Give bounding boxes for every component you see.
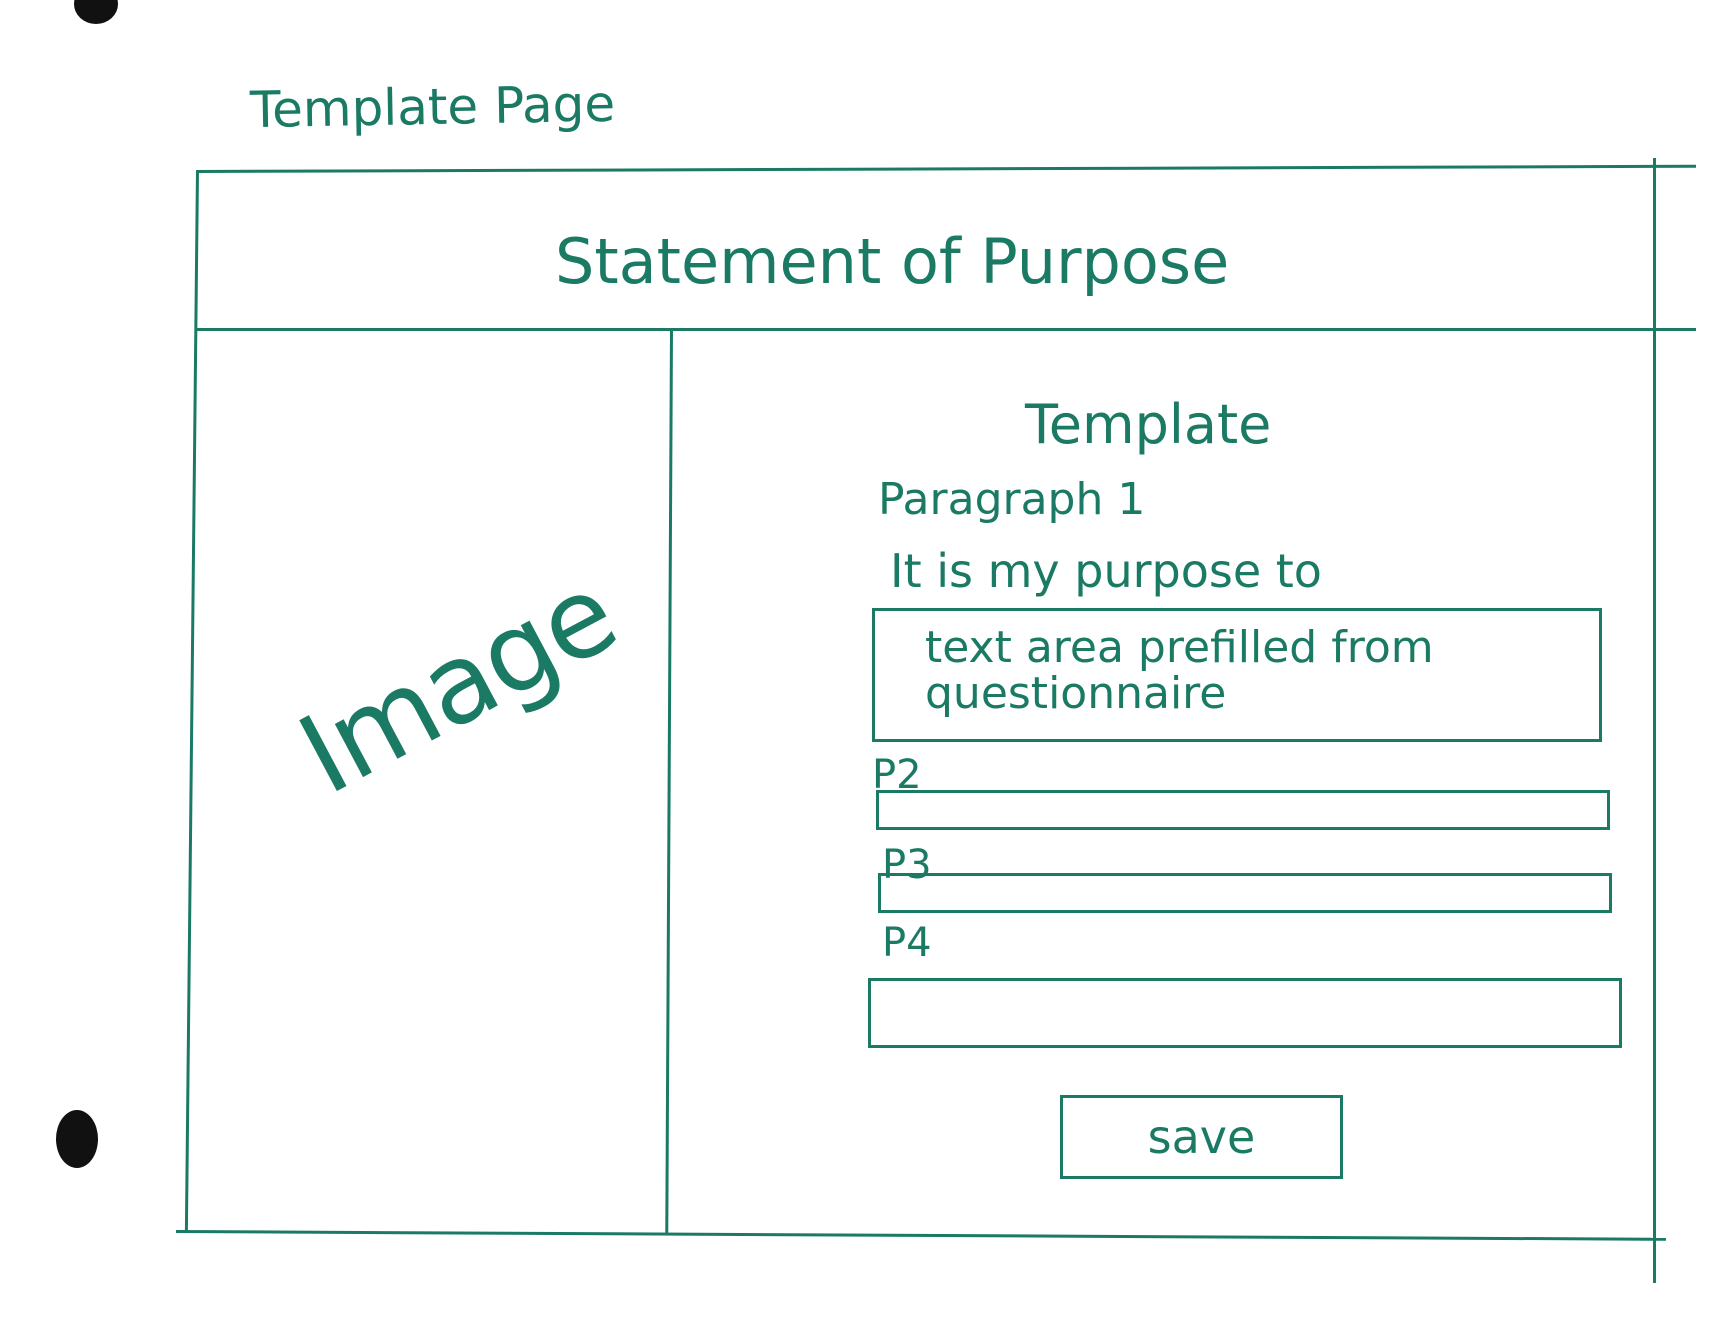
paragraph1-label: Paragraph 1 bbox=[878, 474, 1146, 525]
paragraph1-textarea[interactable]: text area prefilled from questionnaire bbox=[872, 608, 1602, 742]
p4-label: P4 bbox=[882, 920, 932, 966]
image-placeholder bbox=[199, 331, 669, 1230]
frame-bottom-border bbox=[175, 1230, 1666, 1241]
page-label: Template Page bbox=[249, 74, 616, 140]
binder-hole-top bbox=[74, 0, 118, 24]
save-button[interactable]: save bbox=[1060, 1095, 1343, 1179]
p2-input[interactable] bbox=[876, 790, 1610, 830]
frame-right-border bbox=[1653, 158, 1656, 1283]
p4-input[interactable] bbox=[868, 978, 1622, 1048]
frame-top-border bbox=[195, 164, 1696, 173]
header-title: Statement of Purpose bbox=[555, 225, 1230, 298]
frame-left-border bbox=[184, 169, 199, 1233]
paragraph1-lead-text: It is my purpose to bbox=[890, 544, 1322, 598]
template-title: Template bbox=[1025, 393, 1272, 456]
p3-input[interactable] bbox=[878, 873, 1612, 913]
binder-hole-bottom bbox=[56, 1110, 98, 1168]
